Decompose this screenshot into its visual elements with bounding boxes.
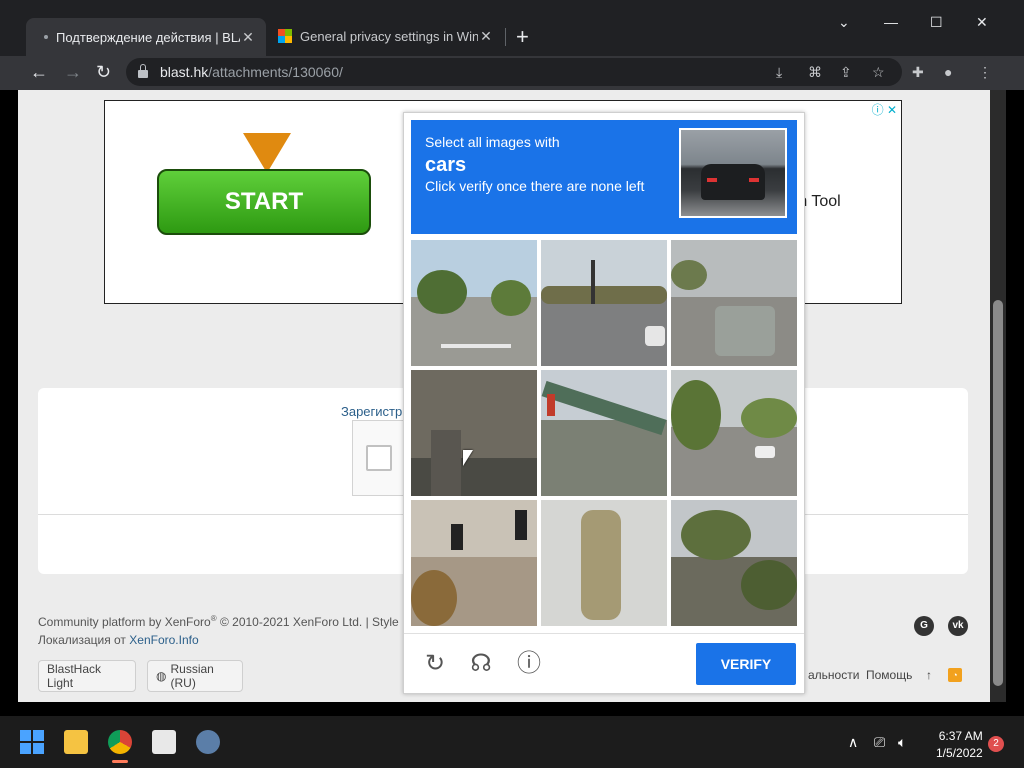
rss-icon[interactable]: ◔ bbox=[948, 668, 962, 682]
privacy-link[interactable]: альности bbox=[808, 668, 859, 682]
xenforo-info-link[interactable]: XenForo.Info bbox=[129, 633, 198, 647]
info-icon[interactable]: ⓘ bbox=[516, 651, 542, 677]
back-icon[interactable]: ← bbox=[30, 62, 48, 83]
captcha-tile[interactable] bbox=[411, 370, 537, 496]
ad-info-close-icon[interactable]: ⓘ ✕ bbox=[872, 101, 897, 118]
tab-search-icon[interactable]: ⌄ bbox=[838, 14, 850, 31]
sample-car-image bbox=[679, 128, 787, 218]
close-tab-icon[interactable]: ✕ bbox=[478, 28, 494, 45]
close-tab-icon[interactable]: ✕ bbox=[240, 29, 256, 46]
profile-icon[interactable]: ● bbox=[944, 64, 952, 80]
captcha-tile[interactable] bbox=[411, 500, 537, 626]
prompt-instruction: Click verify once there are none left bbox=[425, 178, 645, 194]
style-chooser-button[interactable]: BlastHack Light bbox=[38, 660, 136, 692]
new-tab-button[interactable]: + bbox=[516, 24, 529, 50]
captcha-tile[interactable] bbox=[671, 370, 797, 496]
prompt-target: cars bbox=[425, 154, 467, 176]
clock-time: 6:37 AM bbox=[938, 729, 983, 743]
extensions-icon[interactable]: ✚ bbox=[912, 64, 924, 81]
microsoft-logo-icon bbox=[278, 29, 292, 43]
audio-challenge-icon[interactable]: ☊ bbox=[468, 651, 494, 677]
reload-icon[interactable]: ↻ bbox=[96, 62, 111, 83]
notification-badge[interactable]: 2 bbox=[988, 736, 1004, 752]
forward-icon[interactable]: → bbox=[64, 62, 82, 83]
settings-gear-icon[interactable] bbox=[196, 730, 220, 754]
menu-icon[interactable]: ⋮ bbox=[978, 64, 992, 81]
help-link[interactable]: Помощь bbox=[866, 668, 912, 682]
language-chooser-button[interactable]: ◍ Russian (RU) bbox=[147, 660, 243, 692]
prompt-line: Select all images with bbox=[425, 134, 560, 150]
captcha-tile[interactable] bbox=[541, 500, 667, 626]
captcha-tile[interactable] bbox=[671, 500, 797, 626]
share-icon[interactable]: ⇪ bbox=[840, 64, 852, 81]
tab-active[interactable]: Подтверждение действия | BLA ✕ bbox=[26, 18, 266, 56]
translate-icon[interactable]: ⌘ bbox=[808, 64, 822, 81]
verify-button[interactable]: VERIFY bbox=[696, 643, 796, 685]
volume-icon[interactable]: 🔈︎ bbox=[898, 734, 906, 751]
url-text: blast.hk/attachments/130060/ bbox=[160, 64, 343, 80]
captcha-tile[interactable] bbox=[541, 240, 667, 366]
captcha-prompt: Select all images with cars Click verify… bbox=[411, 120, 797, 234]
clock-date: 1/5/2022 bbox=[936, 746, 983, 760]
install-icon[interactable]: ⤓ bbox=[776, 64, 782, 81]
network-icon[interactable]: ⎚ bbox=[874, 734, 885, 751]
captcha-footer-divider bbox=[404, 633, 804, 634]
close-window-icon[interactable]: ✕ bbox=[976, 14, 988, 31]
maximize-icon[interactable]: ☐ bbox=[930, 14, 943, 31]
captcha-tile[interactable] bbox=[671, 240, 797, 366]
scroll-top-button[interactable]: ↑ bbox=[926, 668, 932, 682]
clock[interactable]: 6:37 AM 1/5/2022 bbox=[936, 729, 983, 760]
tab-title: Подтверждение действия | BLA bbox=[56, 29, 240, 45]
scrollbar-thumb[interactable] bbox=[993, 300, 1003, 686]
recaptcha-checkbox[interactable] bbox=[366, 445, 392, 471]
captcha-tile[interactable] bbox=[541, 370, 667, 496]
mouse-cursor-icon bbox=[463, 450, 473, 466]
vk-icon[interactable]: vk bbox=[948, 616, 968, 636]
loading-icon bbox=[44, 35, 48, 39]
file-explorer-icon[interactable] bbox=[64, 730, 88, 754]
ad-start-button[interactable]: START bbox=[157, 169, 371, 235]
store-icon[interactable] bbox=[152, 730, 176, 754]
tab-separator bbox=[505, 28, 506, 46]
address-bar[interactable]: blast.hk/attachments/130060/ bbox=[126, 58, 902, 86]
minimize-icon[interactable]: — bbox=[884, 14, 898, 30]
tab-title: General privacy settings in Windo bbox=[300, 28, 478, 44]
bookmark-star-icon[interactable]: ☆ bbox=[872, 64, 885, 81]
reload-challenge-icon[interactable]: ↻ bbox=[422, 651, 448, 677]
globe-icon: ◍ bbox=[156, 669, 167, 683]
captcha-tile[interactable] bbox=[411, 240, 537, 366]
captcha-image-grid bbox=[411, 240, 797, 626]
active-app-indicator bbox=[112, 760, 128, 763]
chrome-icon[interactable] bbox=[108, 730, 132, 754]
footer-credits: Community platform by XenForo® © 2010-20… bbox=[38, 614, 399, 647]
lock-icon[interactable] bbox=[138, 64, 148, 78]
captcha-challenge: Select all images with cars Click verify… bbox=[403, 112, 805, 694]
register-link[interactable]: Зарегистри bbox=[341, 404, 410, 419]
tab-inactive[interactable]: General privacy settings in Windo ✕ bbox=[268, 20, 504, 52]
start-windows-icon[interactable] bbox=[20, 730, 44, 754]
show-hidden-icons-icon[interactable]: ∧ bbox=[848, 734, 858, 751]
github-icon[interactable]: G bbox=[914, 616, 934, 636]
arrow-down-icon bbox=[243, 133, 291, 173]
